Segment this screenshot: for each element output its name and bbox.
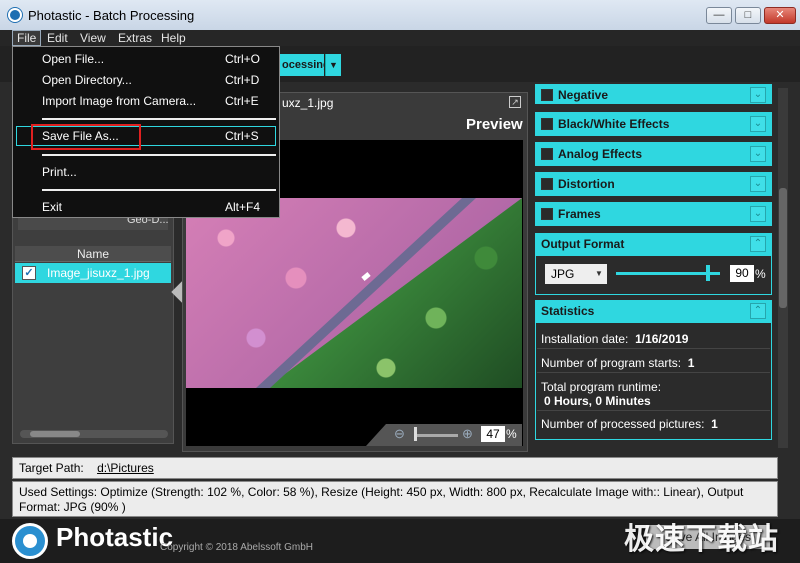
divider — [537, 372, 770, 373]
stat-program-starts: Number of program starts: 1 — [541, 356, 694, 370]
zoom-slider-knob[interactable] — [414, 427, 417, 441]
effect-checkbox-distortion[interactable] — [541, 178, 553, 190]
chevron-up-icon[interactable]: ⌃ — [750, 236, 766, 252]
file-list-item[interactable]: Image_jisuxz_1.jpg — [15, 263, 171, 283]
horizontal-scrollbar[interactable] — [20, 430, 168, 438]
output-format-header[interactable]: Output Format — [535, 233, 772, 255]
chevron-down-icon: ▼ — [595, 269, 603, 278]
stat-label: Installation date: — [541, 332, 629, 346]
divider — [537, 348, 770, 349]
vertical-scrollbar[interactable] — [778, 88, 788, 448]
stat-label: Number of program starts: — [541, 356, 682, 370]
zoom-slider[interactable] — [414, 434, 458, 437]
menu-edit[interactable]: Edit — [43, 30, 72, 46]
effect-label-frames: Frames — [558, 207, 601, 221]
logo-lens — [23, 534, 37, 548]
app-icon — [8, 8, 22, 22]
window-title: Photastic - Batch Processing — [28, 8, 195, 23]
processing-dropdown-icon[interactable]: ▼ — [325, 54, 341, 76]
chevron-down-icon[interactable]: ⌄ — [750, 87, 766, 103]
menu-bar: File Edit View Extras Help — [0, 30, 800, 46]
target-path-label: Target Path: — [19, 461, 84, 475]
menu-extras[interactable]: Extras — [114, 30, 156, 46]
effect-checkbox-negative[interactable] — [541, 89, 553, 101]
format-select-value: JPG — [551, 267, 575, 281]
stat-installation: Installation date: 1/16/2019 — [541, 332, 688, 346]
zoom-out-icon[interactable]: ⊖ — [394, 426, 405, 442]
chevron-up-icon[interactable]: ⌃ — [750, 303, 766, 319]
name-column-header[interactable]: Name — [15, 246, 171, 262]
effect-checkbox-black-white[interactable] — [541, 118, 553, 130]
shortcut-open-directory: Ctrl+D — [225, 73, 260, 87]
quality-slider-knob[interactable] — [706, 265, 710, 281]
chevron-down-icon[interactable]: ⌄ — [750, 206, 766, 222]
menu-item-import-camera[interactable]: Import Image from Camera... — [42, 94, 196, 108]
menu-view[interactable]: View — [76, 30, 110, 46]
quality-value-field[interactable]: 90 — [730, 265, 754, 282]
quality-unit: % — [755, 267, 766, 281]
chevron-down-icon[interactable]: ⌄ — [750, 176, 766, 192]
quality-slider[interactable] — [616, 272, 720, 275]
effect-label-distortion: Distortion — [558, 177, 615, 191]
chevron-down-icon[interactable]: ⌄ — [750, 116, 766, 132]
menu-file[interactable]: File — [12, 30, 42, 46]
close-button[interactable]: ✕ — [764, 7, 796, 24]
popout-icon[interactable]: ↗ — [509, 96, 521, 108]
preview-image — [186, 198, 522, 388]
menu-separator — [42, 154, 276, 156]
menu-item-print[interactable]: Print... — [42, 165, 77, 179]
menu-help[interactable]: Help — [157, 30, 190, 46]
effect-label-analog: Analog Effects — [558, 147, 643, 161]
maximize-button[interactable]: □ — [735, 7, 761, 24]
stat-processed-pictures: Number of processed pictures: 1 — [541, 417, 718, 431]
shortcut-save-file-as: Ctrl+S — [225, 129, 259, 143]
menu-item-open-file[interactable]: Open File... — [42, 52, 104, 66]
menu-item-open-directory[interactable]: Open Directory... — [42, 73, 132, 87]
stat-label: Number of processed pictures: — [541, 417, 705, 431]
copyright-text: Copyright © 2018 Abelssoft GmbH — [160, 542, 313, 553]
zoom-unit: % — [506, 427, 517, 441]
stat-value: 1 — [711, 417, 718, 431]
target-path-bar: Target Path: d:\Pictures — [12, 457, 778, 479]
effect-label-negative: Negative — [558, 88, 609, 102]
file-checkbox[interactable]: ✓ — [22, 266, 36, 280]
effect-label-black-white: Black/White Effects — [558, 117, 670, 131]
menu-separator — [42, 118, 276, 120]
preview-filename: uxz_1.jpg — [282, 96, 334, 110]
stat-value: 1 — [687, 356, 695, 370]
scrollbar-thumb[interactable] — [30, 431, 80, 437]
zoom-value-field[interactable]: 47 — [481, 426, 505, 442]
effect-checkbox-frames[interactable] — [541, 208, 553, 220]
target-path-link[interactable]: d:\Pictures — [97, 461, 154, 475]
stat-runtime-value: 0 Hours, 0 Minutes — [544, 394, 651, 408]
logo-text: Photastic — [56, 522, 174, 552]
stat-value: 1/16/2019 — [635, 332, 689, 346]
photastic-logo-icon — [12, 523, 48, 559]
stat-runtime-label: Total program runtime: — [541, 380, 662, 394]
divider — [537, 410, 770, 411]
chevron-down-icon[interactable]: ⌄ — [750, 146, 766, 162]
statistics-header[interactable]: Statistics — [535, 300, 772, 322]
preview-title: Preview — [466, 116, 523, 133]
watermark-text: 极速下载站 — [624, 523, 779, 556]
zoom-in-icon[interactable]: ⊕ — [462, 426, 473, 442]
shortcut-exit: Alt+F4 — [225, 200, 261, 214]
shortcut-import-camera: Ctrl+E — [225, 94, 259, 108]
title-bar: Photastic - Batch Processing — □ ✕ — [0, 0, 800, 30]
scrollbar-thumb[interactable] — [779, 188, 787, 308]
menu-item-exit[interactable]: Exit — [42, 200, 62, 214]
effect-checkbox-analog[interactable] — [541, 148, 553, 160]
format-select[interactable]: JPG ▼ — [545, 264, 607, 284]
menu-separator — [42, 189, 276, 191]
used-settings-text: Used Settings: Optimize (Strength: 102 %… — [12, 481, 778, 517]
minimize-button[interactable]: — — [706, 7, 732, 24]
annotation-red-box — [31, 124, 141, 150]
shortcut-open-file: Ctrl+O — [225, 52, 261, 66]
